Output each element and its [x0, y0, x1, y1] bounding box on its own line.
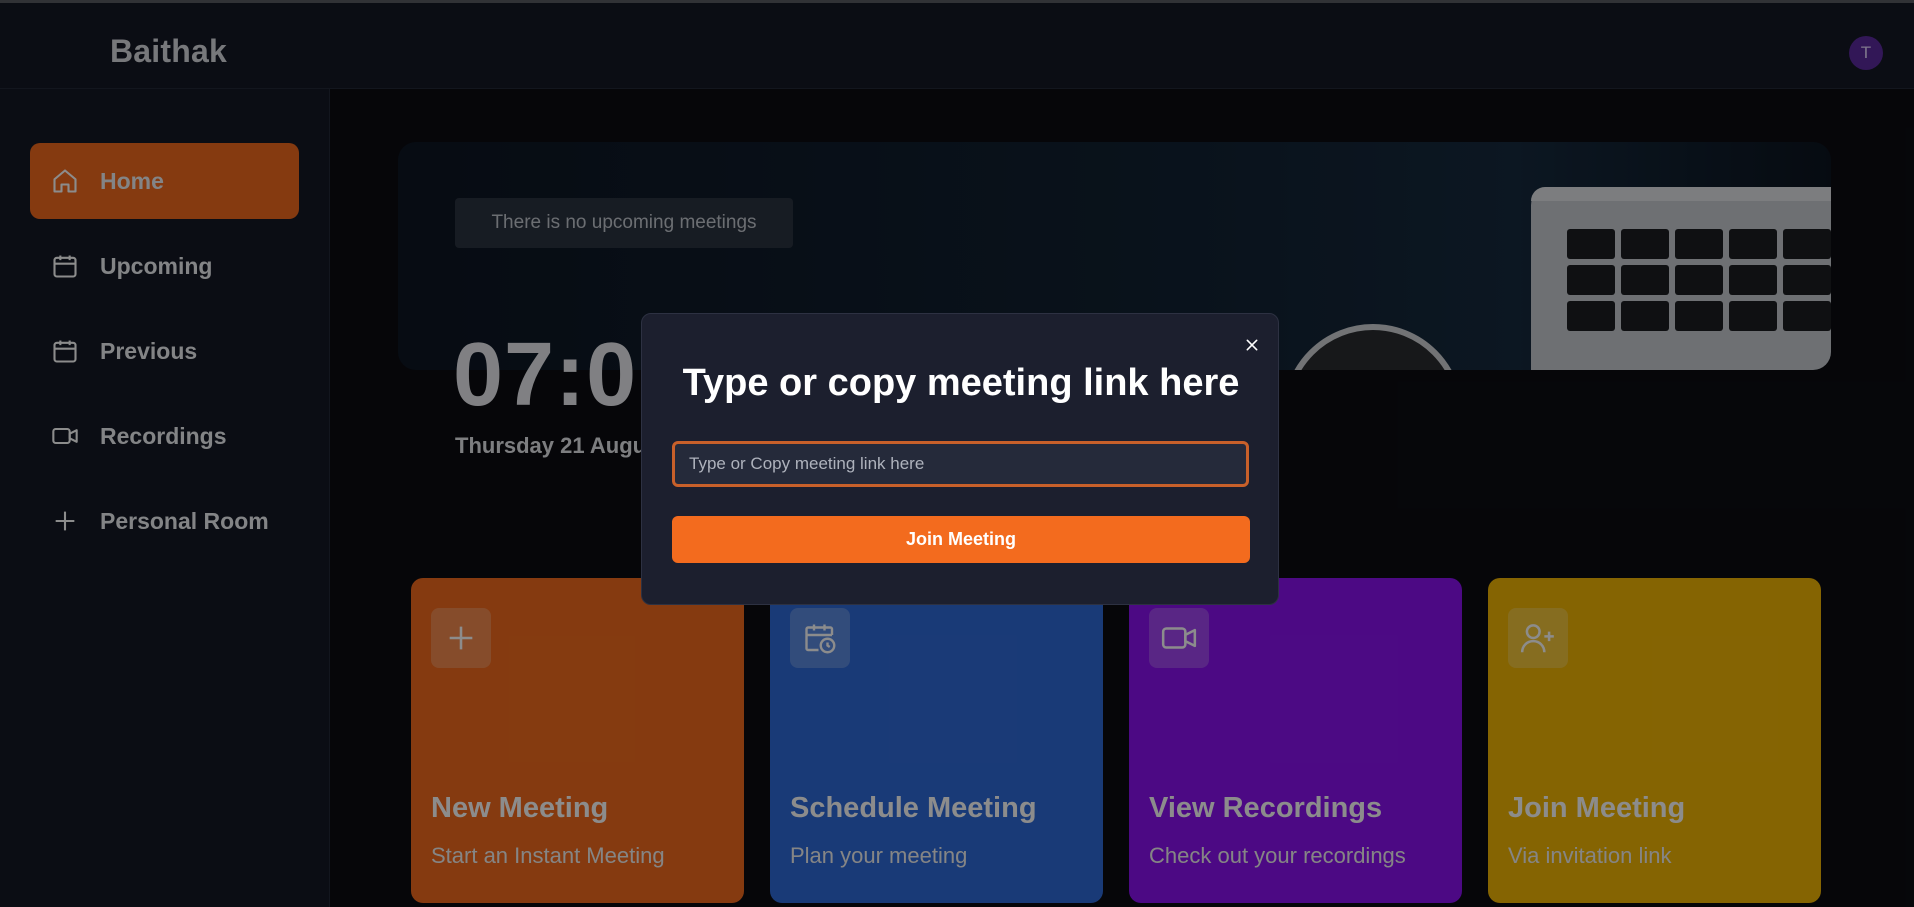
join-meeting-modal: Type or copy meeting link here Join Meet… [641, 313, 1279, 605]
meeting-link-input[interactable] [672, 441, 1249, 487]
modal-title: Type or copy meeting link here [682, 362, 1240, 404]
join-meeting-button[interactable]: Join Meeting [672, 516, 1250, 563]
close-icon[interactable] [1239, 332, 1265, 358]
